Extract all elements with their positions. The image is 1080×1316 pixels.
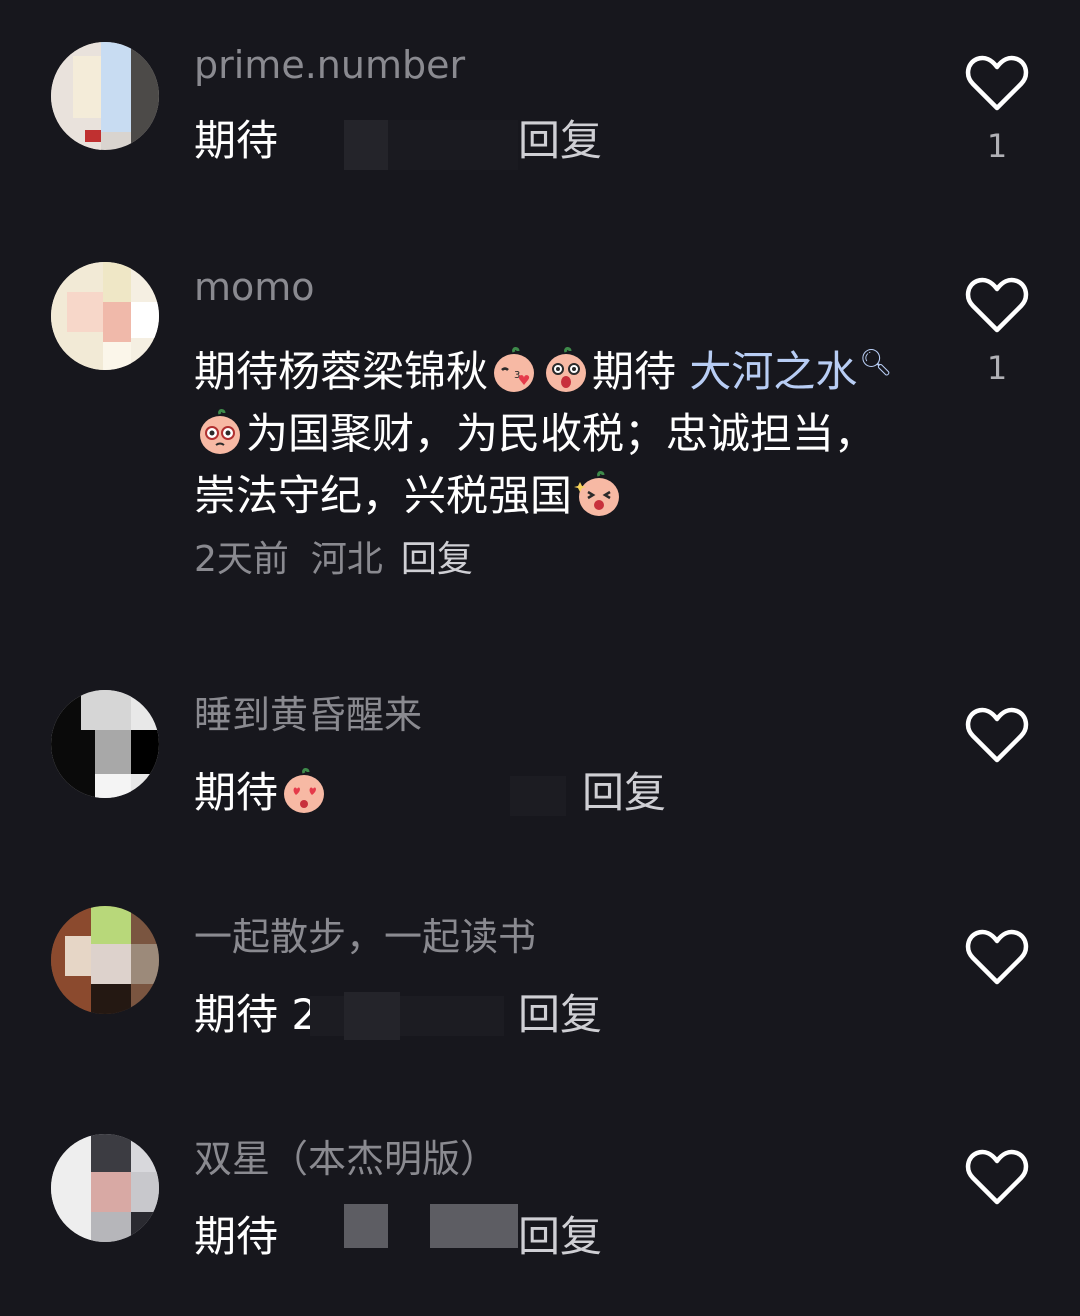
redaction-block bbox=[344, 120, 388, 170]
avatar[interactable] bbox=[51, 42, 159, 150]
reply-label[interactable]: 回复 bbox=[518, 116, 602, 165]
comment-username[interactable]: 睡到黄昏醒来 bbox=[194, 692, 422, 738]
like-count: 1 bbox=[986, 349, 1008, 387]
avatar[interactable] bbox=[51, 690, 159, 798]
happy-sparkle-peach-emoji-icon bbox=[574, 470, 622, 518]
redaction-block bbox=[388, 120, 518, 170]
reply-link[interactable]: 回复 bbox=[518, 1206, 638, 1268]
comment-text-start: 期待 2 bbox=[194, 990, 319, 1039]
redaction-block bbox=[310, 996, 344, 1036]
heart-eyes-peach-emoji-icon bbox=[280, 767, 328, 815]
comment-username[interactable]: 一起散步，一起读书 bbox=[194, 914, 536, 960]
heart-outline-icon bbox=[965, 707, 1029, 763]
comment-text-part: 期待 bbox=[592, 347, 690, 396]
blowing-kiss-peach-emoji-icon: 3 bbox=[490, 346, 538, 394]
comment-region: 河北 bbox=[310, 539, 383, 580]
search-icon: 🔍︎ bbox=[859, 348, 893, 378]
comment-username[interactable]: 双星（本杰明版） bbox=[194, 1136, 498, 1182]
reply-link[interactable]: 回复 bbox=[401, 539, 473, 580]
redaction-block bbox=[344, 1204, 388, 1248]
avatar[interactable] bbox=[51, 262, 159, 370]
surprised-peach-emoji-icon bbox=[542, 346, 590, 394]
comment-username[interactable]: momo bbox=[194, 264, 315, 310]
like-button[interactable]: 1 bbox=[964, 54, 1030, 166]
redaction-block bbox=[400, 996, 504, 1036]
redaction-block bbox=[430, 1204, 518, 1248]
search-keyword-label[interactable]: 大河之水 bbox=[689, 347, 857, 396]
reply-link[interactable]: 回复 bbox=[518, 984, 638, 1046]
comment-text-part: 期待杨蓉梁锦秋 bbox=[194, 347, 489, 396]
redaction-block bbox=[344, 992, 400, 1040]
reply-link[interactable]: 回复 bbox=[518, 110, 638, 172]
like-button[interactable] bbox=[964, 706, 1030, 764]
svg-text:3: 3 bbox=[514, 370, 520, 381]
comment-text-start: 期待 bbox=[194, 116, 279, 165]
comment-username[interactable]: prime.number bbox=[194, 42, 465, 88]
comment-text-start: 期待 bbox=[194, 1212, 279, 1261]
redaction-block bbox=[510, 776, 566, 816]
like-button[interactable]: 1 bbox=[964, 276, 1030, 388]
reply-label[interactable]: 回复 bbox=[518, 1212, 602, 1261]
heart-outline-icon bbox=[965, 277, 1029, 333]
avatar[interactable] bbox=[51, 1134, 159, 1242]
comment-text-start: 期待 bbox=[194, 768, 279, 817]
like-count: 1 bbox=[986, 127, 1008, 165]
like-button[interactable] bbox=[964, 928, 1030, 986]
reply-label[interactable]: 回复 bbox=[582, 768, 666, 817]
reply-link[interactable]: 回复 bbox=[582, 762, 702, 824]
heart-outline-icon bbox=[965, 1149, 1029, 1205]
comment-text: 期待杨蓉梁锦秋 3 期待 大河之水🔍︎ 为国聚财，为民收税；忠诚担当，崇法守纪，兴税… bbox=[194, 332, 914, 527]
reply-label[interactable]: 回复 bbox=[518, 990, 602, 1039]
comment-time: 2天前 bbox=[194, 539, 289, 580]
teary-peach-emoji-icon bbox=[196, 408, 244, 456]
comment-meta: 2天前 河北 回复 bbox=[194, 538, 473, 582]
comment-text-part: 为国聚财，为民收税；忠诚担当，崇法守纪，兴税强国 bbox=[194, 409, 877, 520]
search-keyword-link[interactable]: 大河之水🔍︎ bbox=[689, 347, 892, 396]
heart-outline-icon bbox=[965, 55, 1029, 111]
like-button[interactable] bbox=[964, 1148, 1030, 1206]
avatar[interactable] bbox=[51, 906, 159, 1014]
heart-outline-icon bbox=[965, 929, 1029, 985]
